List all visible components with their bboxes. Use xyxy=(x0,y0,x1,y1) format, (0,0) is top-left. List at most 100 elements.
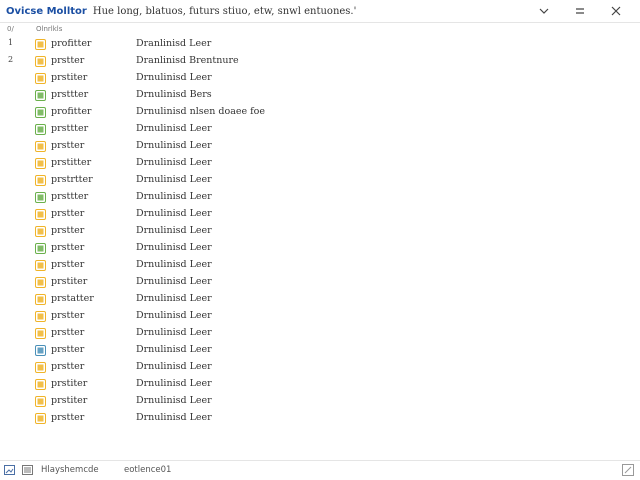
file-icon xyxy=(35,243,46,254)
list-item[interactable]: prstiter Drnulinisd Leer xyxy=(0,274,640,291)
file-name: profitter xyxy=(51,38,92,49)
file-type: Drnulinisd Leer xyxy=(136,191,212,202)
file-name: prstiter xyxy=(51,395,88,406)
status-text-primary: Hlayshemcde xyxy=(41,465,99,475)
list-item[interactable]: prsttter Drnulinisd Leer xyxy=(0,189,640,206)
file-type: Drnulinisd Leer xyxy=(136,259,212,270)
file-type: Drnulinisd Leer xyxy=(136,276,212,287)
file-icon xyxy=(35,73,46,84)
list-item[interactable]: prstrtter Drnulinisd Leer xyxy=(0,172,640,189)
file-type: Drnulinisd Leer xyxy=(136,140,212,151)
file-type: Drnulinisd Leer xyxy=(136,174,212,185)
file-icon xyxy=(35,311,46,322)
file-icon xyxy=(35,158,46,169)
file-name: prstitter xyxy=(51,157,92,168)
file-name: prstter xyxy=(51,310,85,321)
file-type: Drnulinisd Leer xyxy=(136,344,212,355)
file-name: prstter xyxy=(51,259,85,270)
file-type: Drnulinisd Leer xyxy=(136,361,212,372)
list-item[interactable]: prstter Drnulinisd Leer xyxy=(0,240,640,257)
file-icon xyxy=(35,413,46,424)
list-item[interactable]: prstter Drnulinisd Leer xyxy=(0,206,640,223)
status-text-secondary: eotlence01 xyxy=(124,465,172,475)
list-item[interactable]: prstitter Drnulinisd Leer xyxy=(0,155,640,172)
list-item[interactable]: prstter Drnulinisd Leer xyxy=(0,257,640,274)
list-item[interactable]: profitter Drnulinisd nlsen doaee foe xyxy=(0,104,640,121)
row-number: 1 xyxy=(8,38,14,47)
file-icon xyxy=(35,124,46,135)
list-item[interactable]: prstiter Drnulinisd Leer xyxy=(0,376,640,393)
file-icon xyxy=(35,141,46,152)
list-item[interactable]: prstter Drnulinisd Leer xyxy=(0,308,640,325)
file-type: Drnulinisd Leer xyxy=(136,208,212,219)
list-item[interactable]: prstter Drnulinisd Leer xyxy=(0,410,640,427)
window-controls xyxy=(526,0,634,22)
list-item[interactable]: prsttter Drnulinisd Leer xyxy=(0,121,640,138)
list-item[interactable]: prstter Drnulinisd Leer xyxy=(0,138,640,155)
title-bar: Ovicse Molltor Hue long, blatuos, futurs… xyxy=(0,0,640,22)
file-icon xyxy=(35,209,46,220)
app-name: Ovicse Molltor xyxy=(6,5,87,17)
file-type: Drnulinisd Bers xyxy=(136,89,212,100)
row-number: 2 xyxy=(8,55,14,64)
file-icon xyxy=(35,107,46,118)
list-item[interactable]: prstter Drnulinisd Leer xyxy=(0,359,640,376)
file-name: prsttter xyxy=(51,123,89,134)
file-icon xyxy=(35,277,46,288)
file-icon xyxy=(35,379,46,390)
file-name: prstter xyxy=(51,242,85,253)
file-type: Drnulinisd Leer xyxy=(136,293,212,304)
list-view-icon[interactable] xyxy=(22,465,33,478)
list-item[interactable]: prstter Drnulinisd Leer xyxy=(0,223,640,240)
file-icon xyxy=(35,362,46,373)
column-number-header[interactable]: 0/ xyxy=(7,25,14,33)
column-name-header[interactable]: Olnrlkls xyxy=(36,25,62,33)
file-type: Dranlinisd Brentnure xyxy=(136,55,239,66)
file-name: prstter xyxy=(51,225,85,236)
file-name: prstter xyxy=(51,344,85,355)
file-list: 1 profitter Dranlinisd Leer 2 prstter Dranlin… xyxy=(0,35,640,460)
list-item[interactable]: prsttter Drnulinisd Bers xyxy=(0,87,640,104)
file-icon xyxy=(35,56,46,67)
file-icon xyxy=(35,39,46,50)
list-item[interactable]: prstatter Drnulinisd Leer xyxy=(0,291,640,308)
file-name: prstter xyxy=(51,361,85,372)
file-icon xyxy=(35,345,46,356)
file-type: Drnulinisd Leer xyxy=(136,225,212,236)
resize-grip-icon[interactable] xyxy=(622,464,634,479)
image-icon[interactable] xyxy=(4,465,15,478)
file-type: Drnulinisd Leer xyxy=(136,412,212,423)
file-icon xyxy=(35,396,46,407)
file-type: Drnulinisd Leer xyxy=(136,157,212,168)
file-icon xyxy=(35,175,46,186)
file-type: Drnulinisd Leer xyxy=(136,378,212,389)
file-name: prstter xyxy=(51,208,85,219)
list-item[interactable]: 2 prstter Dranlinisd Brentnure xyxy=(0,53,640,70)
file-name: prstter xyxy=(51,327,85,338)
file-icon xyxy=(35,294,46,305)
list-item[interactable]: 1 profitter Dranlinisd Leer xyxy=(0,36,640,53)
list-item[interactable]: prstiter Drnulinisd Leer xyxy=(0,70,640,87)
file-icon xyxy=(35,328,46,339)
collapse-button[interactable] xyxy=(526,0,562,22)
list-item[interactable]: prstter Drnulinisd Leer xyxy=(0,342,640,359)
file-type: Drnulinisd Leer xyxy=(136,72,212,83)
list-item[interactable]: prstiter Drnulinisd Leer xyxy=(0,393,640,410)
file-name: prstter xyxy=(51,412,85,423)
close-button[interactable] xyxy=(598,0,634,22)
file-name: prstiter xyxy=(51,378,88,389)
chevron-down-icon xyxy=(539,8,549,14)
list-item[interactable]: prstter Drnulinisd Leer xyxy=(0,325,640,342)
file-name: prstiter xyxy=(51,276,88,287)
status-bar: Hlayshemcde eotlence01 xyxy=(0,461,640,480)
app-window: Ovicse Molltor Hue long, blatuos, futurs… xyxy=(0,0,640,480)
file-type: Drnulinisd Leer xyxy=(136,242,212,253)
file-type: Dranlinisd Leer xyxy=(136,38,212,49)
file-type: Drnulinisd nlsen doaee foe xyxy=(136,106,265,117)
maximize-icon xyxy=(576,8,584,14)
close-icon xyxy=(611,6,621,16)
file-name: prstter xyxy=(51,140,85,151)
file-name: prsttter xyxy=(51,89,89,100)
file-type: Drnulinisd Leer xyxy=(136,123,212,134)
maximize-button[interactable] xyxy=(562,0,598,22)
